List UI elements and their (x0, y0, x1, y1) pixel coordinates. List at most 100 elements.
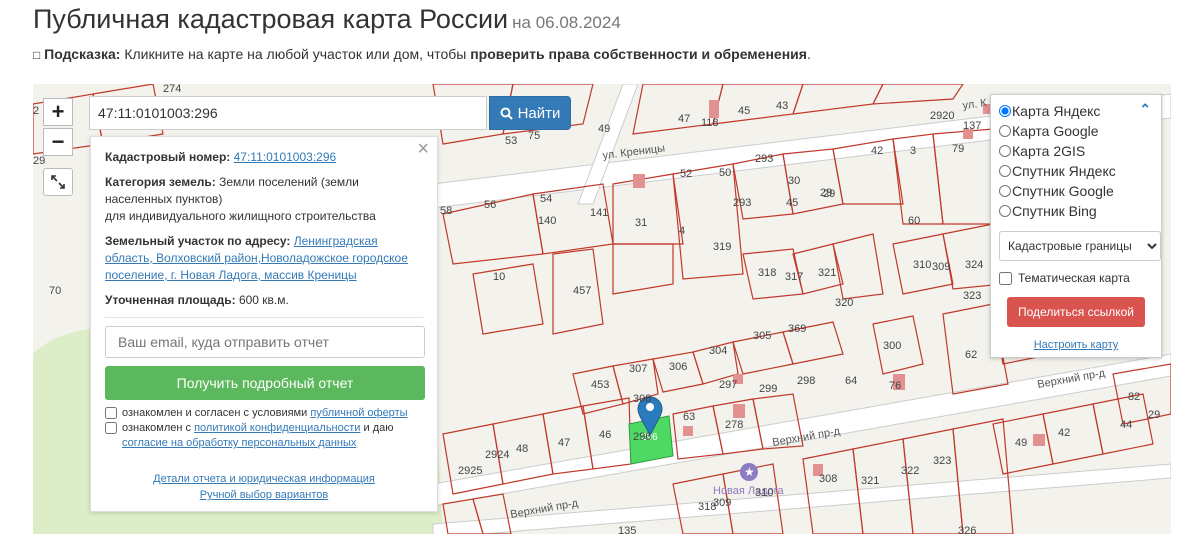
parcel-number-label: 300 (883, 340, 901, 352)
building (709, 100, 719, 118)
parcel-number-label: 56 (484, 199, 496, 211)
layer-option-3[interactable]: Спутник Яндекс (999, 161, 1153, 181)
consent-offer-checkbox[interactable] (105, 407, 117, 419)
parcel-number-label: 305 (753, 330, 771, 342)
share-link-button[interactable]: Поделиться ссылкой (1007, 297, 1145, 327)
layer-radio[interactable] (999, 145, 1011, 157)
parcel[interactable] (792, 84, 884, 115)
parcel-number-label: 309 (713, 497, 731, 509)
layer-option-1[interactable]: Карта Google (999, 121, 1153, 141)
building (683, 426, 693, 436)
layer-option-5[interactable]: Спутник Bing (999, 201, 1153, 221)
parcel-number-label: 49 (598, 123, 610, 135)
parcel-number-label: 53 (505, 135, 517, 147)
parcel-number-label: 63 (683, 411, 695, 423)
parcel[interactable] (712, 84, 804, 125)
layer-radio[interactable] (999, 205, 1011, 217)
parcel-number-label: 141 (590, 207, 608, 219)
map-layers-panel: ⌃ Карта Яндекс Карта Google Карта 2GIS Спут… (990, 94, 1162, 358)
consent-privacy-row: ознакомлен с политикой конфиденциальност… (105, 421, 423, 451)
find-button-label: Найти (517, 104, 561, 122)
parcel[interactable] (1042, 403, 1104, 465)
personal-data-consent-link[interactable]: согласие на обработку персональных данны… (122, 437, 356, 449)
poi-star-icon[interactable]: ★ (740, 463, 758, 481)
email-input[interactable] (105, 326, 425, 358)
find-button[interactable]: Найти (489, 96, 571, 130)
parcel-number-label: 50 (719, 167, 731, 179)
parcel[interactable] (672, 163, 744, 280)
area-value: 600 кв.м. (238, 293, 289, 307)
parcel-number-label: 118 (701, 117, 719, 129)
close-icon[interactable]: × (417, 139, 429, 159)
consent-privacy-checkbox[interactable] (105, 422, 117, 434)
search-input[interactable] (89, 96, 487, 130)
parcel-number-label: 297 (719, 379, 737, 391)
address-row: Земельный участок по адресу: Ленинградск… (105, 233, 423, 284)
expand-icon (51, 175, 65, 189)
parcel-number-label: 308 (819, 473, 837, 485)
cadastral-number-link[interactable]: 47:11:0101003:296 (234, 150, 337, 164)
parcel-info-panel: × Кадастровый номер: 47:11:0101003:296 К… (90, 136, 438, 512)
land-category-purpose: для индивидуального жилищного строительс… (105, 209, 376, 223)
cadastral-number-row: Кадастровый номер: 47:11:0101003:296 (105, 149, 423, 166)
chevron-up-icon[interactable]: ⌃ (1139, 101, 1151, 118)
parcel-number-label: 44 (1120, 419, 1132, 431)
report-details-link[interactable]: Детали отчета и юридическая информация (91, 471, 437, 487)
parcel-number-label: 2925 (458, 465, 482, 477)
layer-option-2[interactable]: Карта 2GIS (999, 141, 1153, 161)
layer-radio[interactable] (999, 125, 1011, 137)
parcel-number-label: 320 (835, 297, 853, 309)
area-label: Уточненная площадь: (105, 293, 236, 307)
parcel-number-label: 60 (908, 215, 920, 227)
parcel-number-label: 31 (635, 217, 647, 229)
lightbulb-icon: □ (33, 48, 41, 62)
fullscreen-button[interactable] (43, 168, 73, 196)
parcel-number-label: 317 (785, 271, 803, 283)
parcel[interactable] (832, 233, 884, 300)
parcel-number-label: 299 (759, 383, 777, 395)
building (633, 174, 645, 188)
consent-privacy-text: ознакомлен с политикой конфиденциальност… (122, 421, 394, 451)
public-offer-link[interactable]: публичной оферты (310, 407, 407, 419)
layer-radio[interactable] (999, 165, 1011, 177)
zoom-out-button[interactable]: − (43, 128, 73, 156)
parcel[interactable] (871, 84, 964, 105)
parcel-number-label: 2924 (485, 449, 509, 461)
parcel-number-label: 293 (755, 153, 773, 165)
get-report-button[interactable]: Получить подробный отчет (105, 366, 425, 400)
parcel-number-label: 318 (758, 267, 776, 279)
parcel-number-label: 62 (965, 349, 977, 361)
parcel-number-label: 76 (889, 380, 901, 392)
parcel[interactable] (612, 243, 674, 295)
parcel-number-label: 323 (963, 290, 981, 302)
poi-label: Новая Ладога (713, 485, 785, 497)
overlay-select[interactable]: Кадастровые границы (999, 231, 1161, 261)
parcel-number-label: 45 (786, 197, 798, 209)
parcel-number-label: 52 (680, 168, 692, 180)
cadastral-map[interactable]: 296 ★ Новая Ладога ул. Креницы ул. К Вер… (33, 84, 1171, 534)
layer-option-0[interactable]: Карта Яндекс (999, 101, 1153, 121)
parcel-number-label: 30 (788, 175, 800, 187)
layer-radio[interactable] (999, 105, 1011, 117)
building (733, 404, 745, 418)
zoom-in-button[interactable]: + (43, 98, 73, 126)
hint-end: . (806, 46, 811, 62)
parcel-number-label: 326 (958, 525, 976, 534)
manual-selection-link[interactable]: Ручной выбор вариантов (91, 487, 437, 503)
privacy-policy-link[interactable]: политикой конфиденциальности (194, 422, 360, 434)
land-category-row: Категория земель: Земли поселений (земли… (105, 174, 423, 225)
parcel-number-label: 29 (823, 188, 835, 200)
thematic-map-checkbox[interactable] (999, 271, 1012, 285)
setup-map-link[interactable]: Настроить карту (999, 339, 1153, 351)
parcel-number-label: 324 (965, 259, 983, 271)
layer-radio[interactable] (999, 185, 1011, 197)
parcel[interactable] (952, 418, 1014, 534)
parcel-number-label: 48 (516, 443, 528, 455)
parcel-number-label: 4 (679, 225, 685, 237)
parcel-number-label: 453 (591, 379, 609, 391)
cadastral-number-label: Кадастровый номер: (105, 150, 231, 164)
parcel-number-label: 45 (738, 105, 750, 117)
parcel[interactable] (472, 263, 544, 335)
layer-option-4[interactable]: Спутник Google (999, 181, 1153, 201)
consent-privacy-label: ознакомлен с (122, 422, 192, 434)
